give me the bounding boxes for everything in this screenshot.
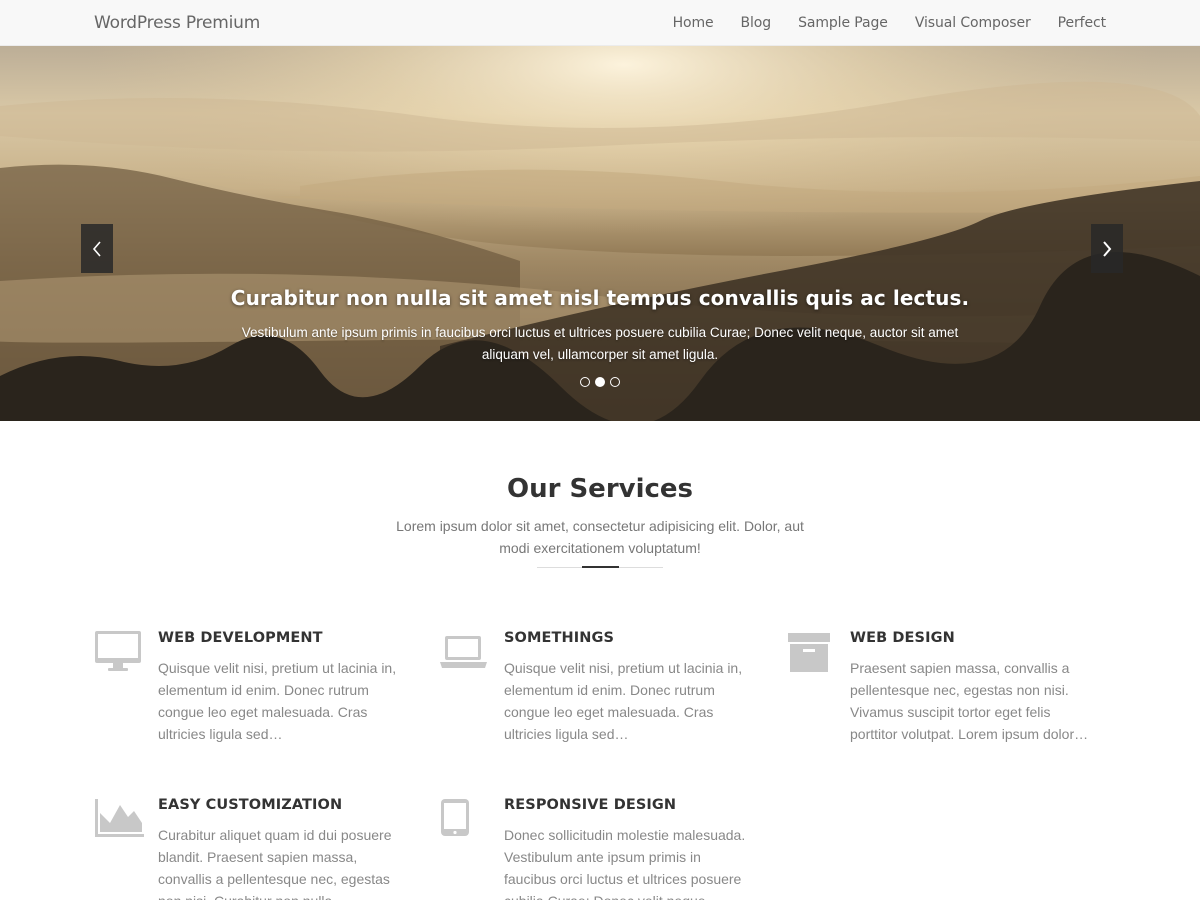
laptop-icon <box>440 636 487 668</box>
nav-item-perfect[interactable]: Perfect <box>1058 15 1106 31</box>
services-divider-accent <box>582 566 619 568</box>
services-divider <box>537 566 663 568</box>
nav-item-home[interactable]: Home <box>673 15 714 31</box>
service-title: EASY CUSTOMIZATION <box>158 797 343 813</box>
main-nav: Home Blog Sample Page Visual Composer Pe… <box>646 0 1107 46</box>
desktop-icon <box>95 631 141 671</box>
slider-pagination <box>580 377 620 387</box>
slide-text: Vestibulum ante ipsum primis in faucibus… <box>241 325 959 362</box>
slider-dot-1[interactable] <box>580 377 590 387</box>
service-title: WEB DESIGN <box>850 630 955 646</box>
site-title[interactable]: WordPress Premium <box>94 13 260 33</box>
slide-title: Curabitur non nulla sit amet nisl tempus… <box>230 286 970 310</box>
tablet-icon <box>441 799 469 836</box>
chevron-right-icon <box>1103 240 1112 257</box>
slider-dot-3[interactable] <box>610 377 620 387</box>
archive-icon <box>788 633 830 672</box>
area-chart-icon <box>95 799 144 837</box>
hero-slider: Curabitur non nulla sit amet nisl tempus… <box>0 46 1200 421</box>
slide-caption: Curabitur non nulla sit amet nisl tempus… <box>200 286 1000 366</box>
service-title: RESPONSIVE DESIGN <box>504 797 677 813</box>
service-text: Praesent sapien massa, convallis a pelle… <box>850 660 1089 742</box>
nav-item-visual-composer[interactable]: Visual Composer <box>915 15 1031 31</box>
services-heading: Our Services <box>506 474 694 504</box>
nav-item-sample-page[interactable]: Sample Page <box>798 15 888 31</box>
site-header: WordPress Premium Home Blog Sample Page … <box>0 0 1200 46</box>
service-text: Quisque velit nisi, pretium ut lacinia i… <box>504 660 743 742</box>
service-title: WEB DEVELOPMENT <box>158 630 323 646</box>
chevron-left-icon <box>92 240 101 257</box>
slider-prev-button[interactable] <box>81 224 113 273</box>
slider-next-button[interactable] <box>1091 224 1123 273</box>
service-text: Quisque velit nisi, pretium ut lacinia i… <box>158 660 397 742</box>
services-intro: Lorem ipsum dolor sit amet, consectetur … <box>396 518 804 556</box>
nav-item-blog[interactable]: Blog <box>741 15 772 31</box>
service-text: Curabitur aliquet quam id dui posuere bl… <box>158 827 392 900</box>
service-text: Donec sollicitudin molestie malesuada. V… <box>504 827 746 900</box>
service-title: SOMETHINGS <box>504 630 615 646</box>
slider-dot-2[interactable] <box>595 377 605 387</box>
